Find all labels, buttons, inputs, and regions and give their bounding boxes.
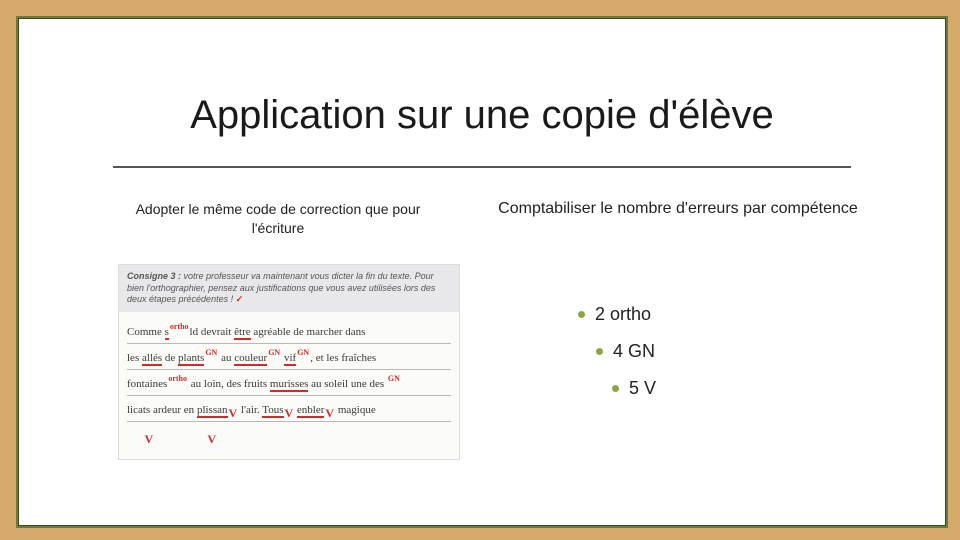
error-count-list: 2 ortho 4 GN 5 V: [568, 288, 828, 415]
sample-instruction: Consigne 3 : votre professeur va mainten…: [119, 265, 459, 312]
list-item: 2 ortho: [578, 304, 828, 325]
handwritten-text: V V: [127, 430, 217, 442]
handwritten-text: licats ardeur en plissanV l'air. TousV e…: [127, 404, 376, 416]
right-column-heading: Comptabiliser le nombre d'erreurs par co…: [498, 198, 858, 220]
handwritten-text: les allés de plantsGN au couleurGN vifGN…: [127, 352, 376, 364]
error-count: 4: [613, 341, 623, 362]
error-count: 2: [595, 304, 605, 325]
check-mark: ✓: [236, 294, 244, 304]
bullet-icon: [596, 348, 603, 355]
error-label: GN: [628, 341, 655, 362]
bullet-icon: [578, 311, 585, 318]
handwriting-line: fontainesortho au loin, des fruits muris…: [127, 370, 451, 396]
slide-title: Application sur une copie d'élève: [18, 93, 946, 138]
handwritten-text: fontainesortho au loin, des fruits muris…: [127, 378, 401, 390]
list-item: 5 V: [612, 378, 828, 399]
error-count: 5: [629, 378, 639, 399]
student-copy-sample: Consigne 3 : votre professeur va mainten…: [118, 264, 460, 460]
bullet-icon: [612, 385, 619, 392]
handwriting-line: V V: [127, 422, 451, 447]
handwriting-line: licats ardeur en plissanV l'air. TousV e…: [127, 396, 451, 422]
handwritten-text: Comme sorthold devrait être agréable de …: [127, 326, 365, 338]
error-label: V: [644, 378, 656, 399]
handwriting-line: Comme sorthold devrait être agréable de …: [127, 318, 451, 344]
slide-frame: Application sur une copie d'élève Adopte…: [16, 16, 948, 528]
left-column-heading: Adopter le même code de correction que p…: [113, 200, 443, 238]
title-divider: [113, 166, 851, 168]
instruction-label: Consigne 3 :: [127, 271, 181, 281]
error-label: ortho: [610, 304, 651, 325]
handwriting-area: Comme sorthold devrait être agréable de …: [119, 312, 459, 459]
handwriting-line: les allés de plantsGN au couleurGN vifGN…: [127, 344, 451, 370]
list-item: 4 GN: [596, 341, 828, 362]
